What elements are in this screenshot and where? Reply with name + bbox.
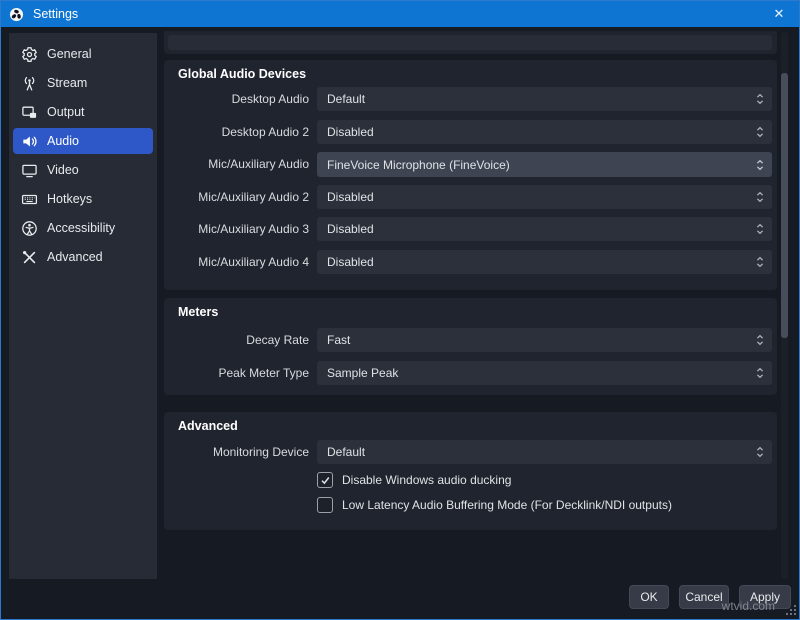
settings-window: Settings ✕ General Stream Output <box>0 0 800 620</box>
checkbox-label[interactable]: Low Latency Audio Buffering Mode (For De… <box>342 498 672 512</box>
spinner-icon <box>748 328 772 352</box>
row-label: Monitoring Device <box>164 440 309 464</box>
group-global-audio-devices: Global Audio Devices Desktop Audio Defau… <box>164 60 777 290</box>
mic-aux-audio-3-select[interactable]: Disabled <box>317 217 772 241</box>
spinner-icon <box>748 152 772 177</box>
speaker-icon <box>21 133 38 150</box>
row-label: Mic/Auxiliary Audio 4 <box>164 250 309 274</box>
checkmark-icon <box>320 475 331 486</box>
close-button[interactable]: ✕ <box>759 1 799 27</box>
combo-value: Default <box>327 92 748 106</box>
spinner-icon <box>748 120 772 144</box>
combo-value: Disabled <box>327 255 748 269</box>
combo-value: Disabled <box>327 125 748 139</box>
tools-icon <box>21 249 38 266</box>
combo-value: Disabled <box>327 222 748 236</box>
spinner-icon <box>748 250 772 274</box>
combo-value: Default <box>327 445 748 459</box>
spinner-icon <box>748 185 772 209</box>
output-icon <box>21 104 38 121</box>
mic-aux-audio-select[interactable]: FineVoice Microphone (FineVoice) <box>317 152 772 177</box>
sidebar-item-label: Advanced <box>47 250 103 264</box>
sidebar-item-video[interactable]: Video <box>13 157 153 183</box>
row-label: Mic/Auxiliary Audio 3 <box>164 217 309 241</box>
broadcast-icon <box>21 75 38 92</box>
monitoring-device-select[interactable]: Default <box>317 440 772 464</box>
section-title: Advanced <box>178 419 238 433</box>
partial-combobox[interactable] <box>168 35 772 50</box>
monitor-icon <box>21 162 38 179</box>
spinner-icon <box>748 217 772 241</box>
gear-icon <box>21 46 38 63</box>
sidebar-item-output[interactable]: Output <box>13 99 153 125</box>
sidebar-item-label: Output <box>47 105 85 119</box>
low-latency-buffering-checkbox[interactable] <box>317 497 333 513</box>
disable-audio-ducking-checkbox[interactable] <box>317 472 333 488</box>
sidebar-item-label: Audio <box>47 134 79 148</box>
row-label: Desktop Audio 2 <box>164 120 309 144</box>
combo-value: Fast <box>327 333 748 347</box>
desktop-audio-2-select[interactable]: Disabled <box>317 120 772 144</box>
row-label: Decay Rate <box>164 328 309 352</box>
accessibility-icon <box>21 220 38 237</box>
sidebar-item-audio[interactable]: Audio <box>13 128 153 154</box>
section-title: Meters <box>178 305 218 319</box>
ok-button[interactable]: OK <box>629 585 669 609</box>
scrollbar-thumb[interactable] <box>781 73 788 338</box>
watermark: wtvid.com <box>722 599 775 613</box>
group-meters: Meters Decay Rate Fast Peak Meter Type S… <box>164 298 777 395</box>
sidebar-item-label: Stream <box>47 76 87 90</box>
keyboard-icon <box>21 191 38 208</box>
mic-aux-audio-2-select[interactable]: Disabled <box>317 185 772 209</box>
spinner-icon <box>748 87 772 111</box>
sidebar-item-advanced[interactable]: Advanced <box>13 244 153 270</box>
resize-grip[interactable] <box>786 605 797 616</box>
sidebar-item-general[interactable]: General <box>13 41 153 67</box>
combo-value: Disabled <box>327 190 748 204</box>
group-advanced: Advanced Monitoring Device Default Disab… <box>164 412 777 530</box>
decay-rate-select[interactable]: Fast <box>317 328 772 352</box>
sidebar-item-hotkeys[interactable]: Hotkeys <box>13 186 153 212</box>
combo-value: FineVoice Microphone (FineVoice) <box>327 158 748 172</box>
sidebar-item-stream[interactable]: Stream <box>13 70 153 96</box>
peak-meter-type-select[interactable]: Sample Peak <box>317 361 772 385</box>
obs-logo-icon <box>9 7 24 22</box>
vertical-scrollbar[interactable] <box>781 32 788 579</box>
spinner-icon <box>748 440 772 464</box>
section-title: Global Audio Devices <box>178 67 306 81</box>
sidebar-item-label: General <box>47 47 91 61</box>
row-label: Mic/Auxiliary Audio <box>164 152 309 176</box>
sidebar-item-label: Accessibility <box>47 221 115 235</box>
sidebar: General Stream Output Audio <box>9 33 157 579</box>
sidebar-item-label: Hotkeys <box>47 192 92 206</box>
sidebar-item-accessibility[interactable]: Accessibility <box>13 215 153 241</box>
checkbox-label[interactable]: Disable Windows audio ducking <box>342 473 511 487</box>
combo-value: Sample Peak <box>327 366 748 380</box>
spinner-icon <box>748 361 772 385</box>
row-label: Peak Meter Type <box>164 361 309 385</box>
mic-aux-audio-4-select[interactable]: Disabled <box>317 250 772 274</box>
titlebar: Settings ✕ <box>1 1 799 27</box>
desktop-audio-select[interactable]: Default <box>317 87 772 111</box>
sidebar-item-label: Video <box>47 163 79 177</box>
row-label: Desktop Audio <box>164 87 309 111</box>
row-label: Mic/Auxiliary Audio 2 <box>164 185 309 209</box>
window-title: Settings <box>33 7 78 21</box>
